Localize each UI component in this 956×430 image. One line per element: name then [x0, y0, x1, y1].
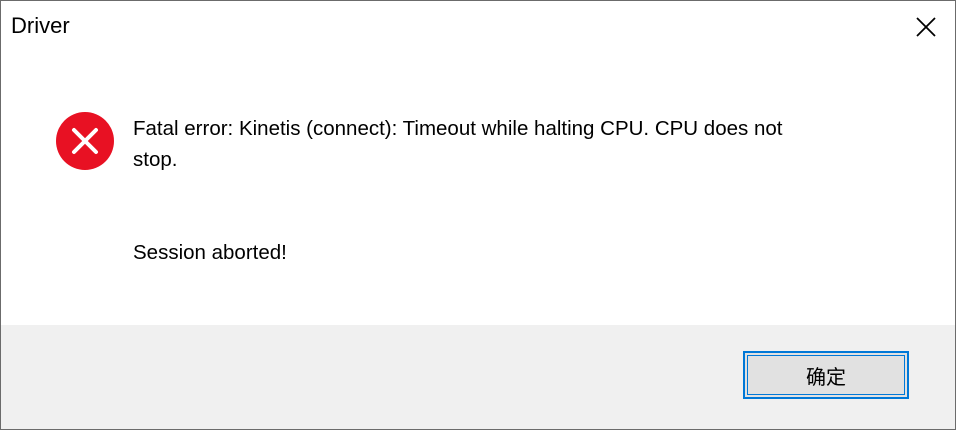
ok-button-label: 确定: [806, 364, 846, 389]
error-message: Fatal error: Kinetis (connect): Timeout …: [133, 113, 913, 175]
error-message-line-2: stop.: [133, 148, 178, 171]
session-aborted-text: Session aborted!: [133, 241, 287, 264]
window-title: Driver: [11, 13, 70, 38]
close-button[interactable]: [897, 1, 955, 53]
close-icon: [916, 17, 936, 37]
error-message-line-1: Fatal error: Kinetis (connect): Timeout …: [133, 117, 783, 140]
dialog-content: Fatal error: Kinetis (connect): Timeout …: [1, 53, 955, 325]
dialog-window: Driver Fatal error: Kinetis (connect): T…: [0, 0, 956, 430]
error-icon: [55, 111, 115, 171]
ok-button[interactable]: 确定: [743, 351, 909, 399]
dialog-footer: 确定: [1, 325, 955, 429]
title-bar[interactable]: Driver: [1, 1, 955, 53]
